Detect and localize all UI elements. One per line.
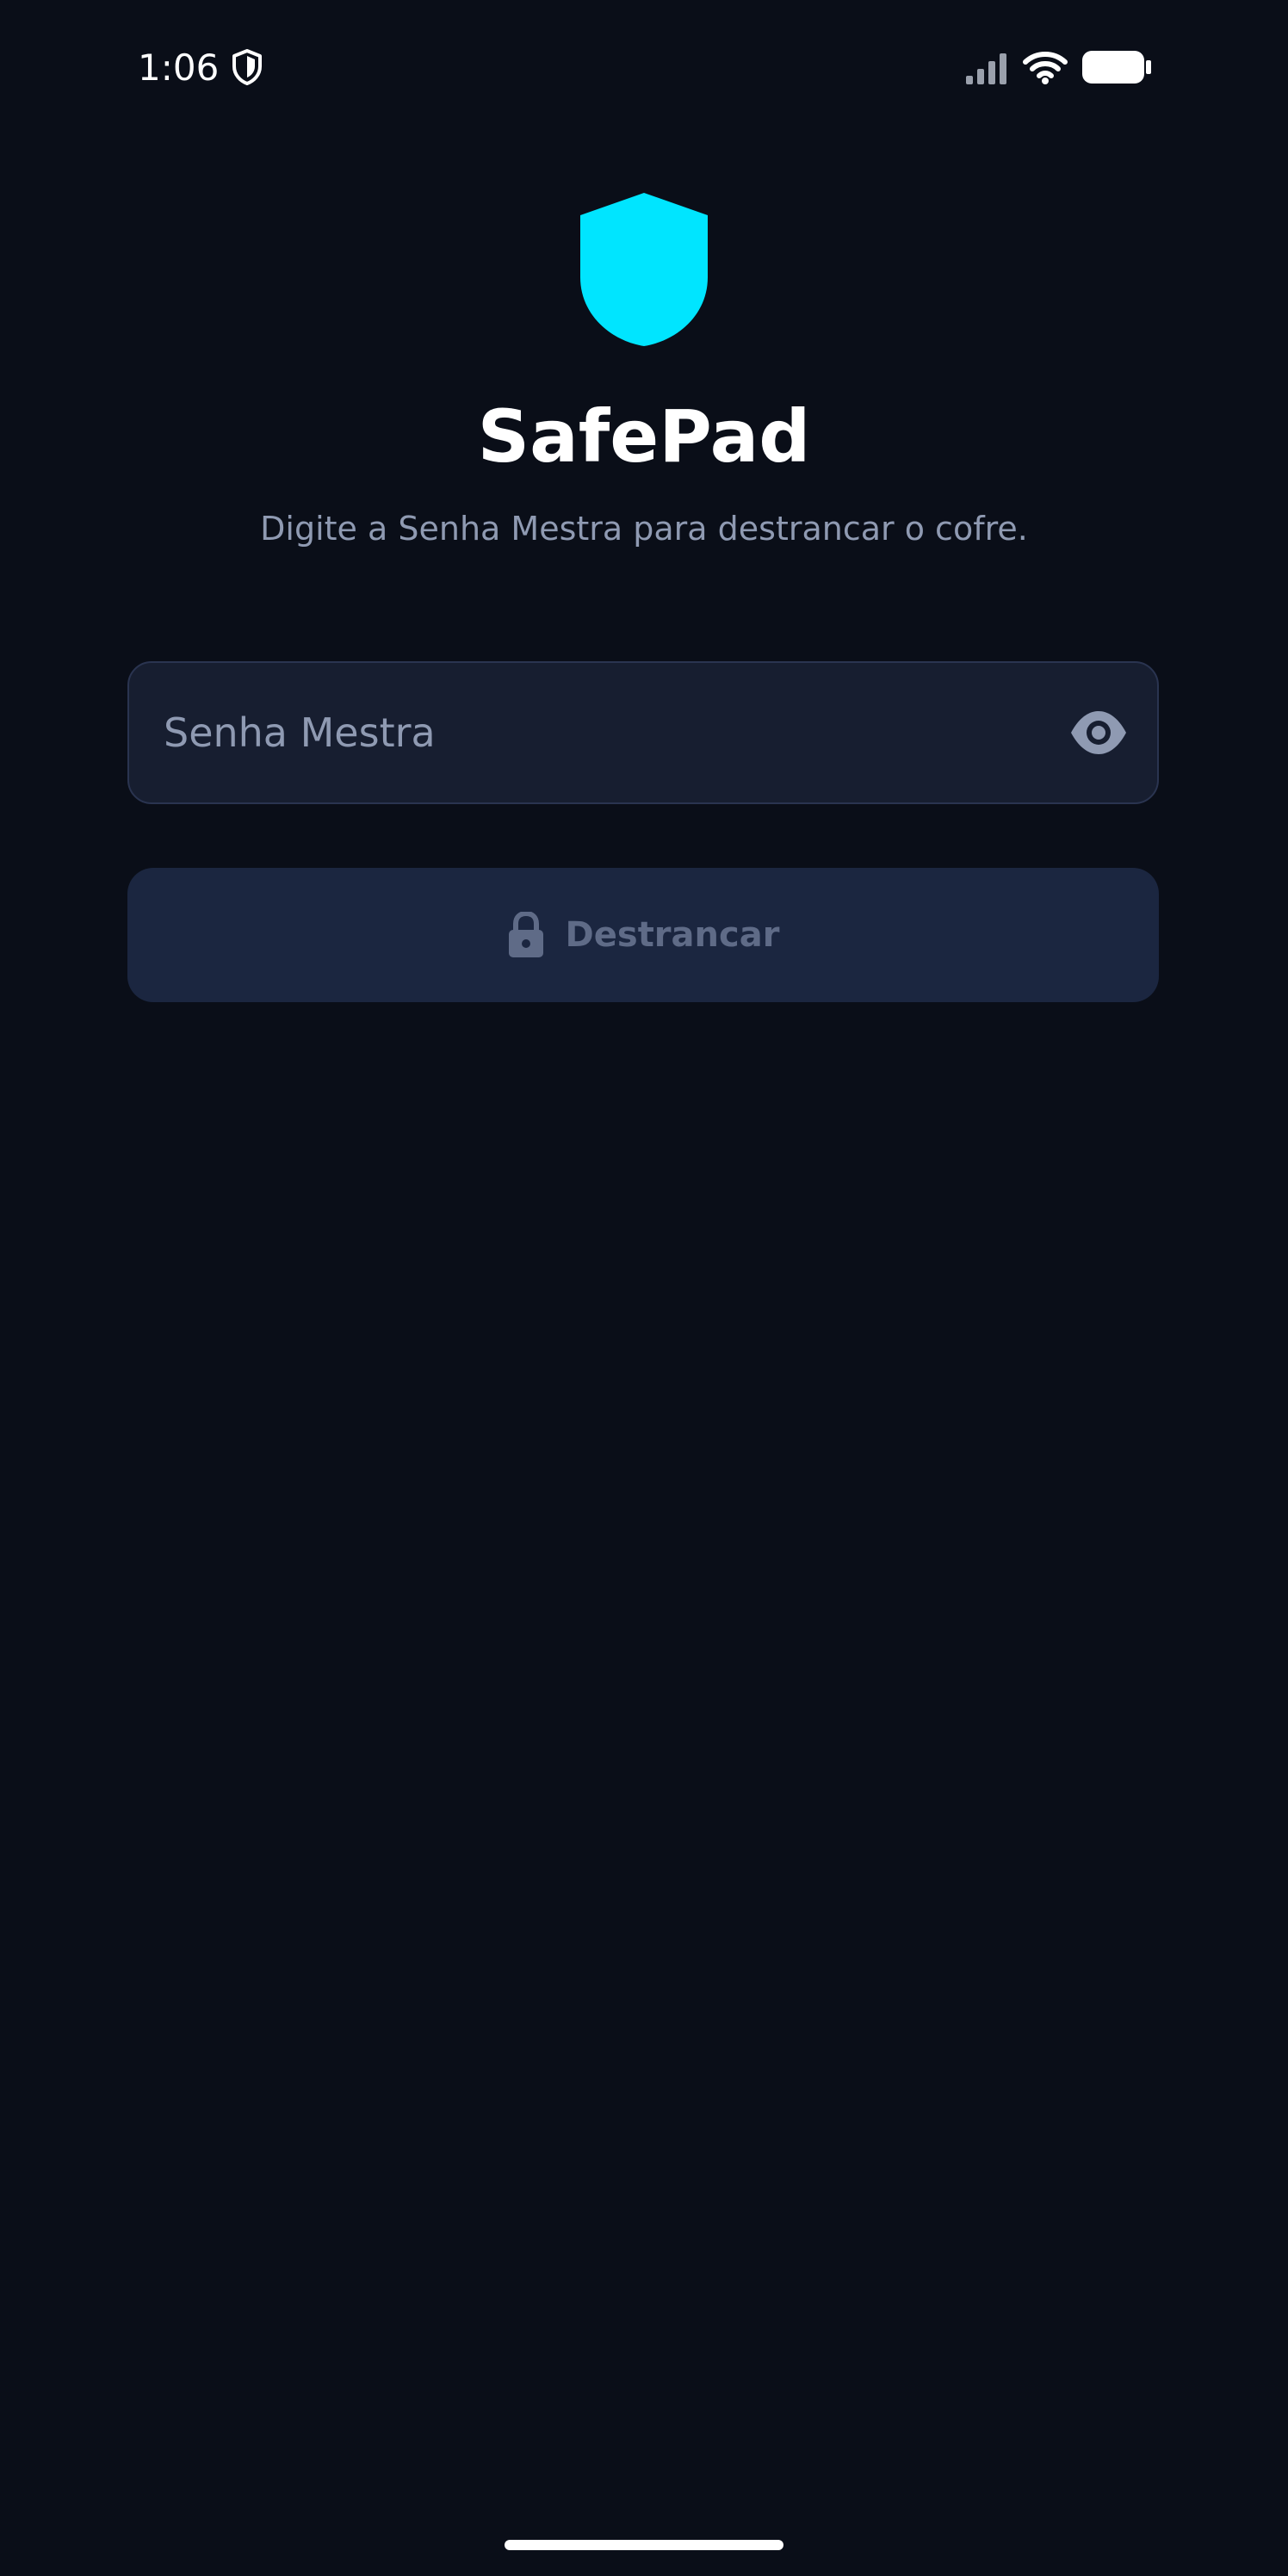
shield-icon — [232, 49, 262, 85]
wifi-icon — [1023, 52, 1068, 84]
unlock-button[interactable]: Destrancar — [127, 868, 1159, 1002]
password-field[interactable] — [127, 661, 1159, 804]
status-bar: 1:06 — [0, 0, 1288, 134]
status-time: 1:06 — [138, 46, 220, 89]
unlock-label: Destrancar — [565, 915, 780, 955]
master-password-input[interactable] — [164, 663, 1025, 802]
shield-icon — [580, 193, 708, 346]
eye-icon[interactable] — [1069, 708, 1128, 758]
lock-icon — [508, 912, 543, 957]
home-indicator[interactable] — [505, 2540, 783, 2550]
battery-icon — [1082, 51, 1151, 84]
app-subtitle: Digite a Senha Mestra para destrancar o … — [260, 510, 1028, 548]
app-title: SafePad — [477, 394, 811, 479]
unlock-screen: 1:06 SafePad Digite a Senha Mestra para … — [0, 0, 1288, 2576]
signal-icon — [966, 53, 1006, 84]
